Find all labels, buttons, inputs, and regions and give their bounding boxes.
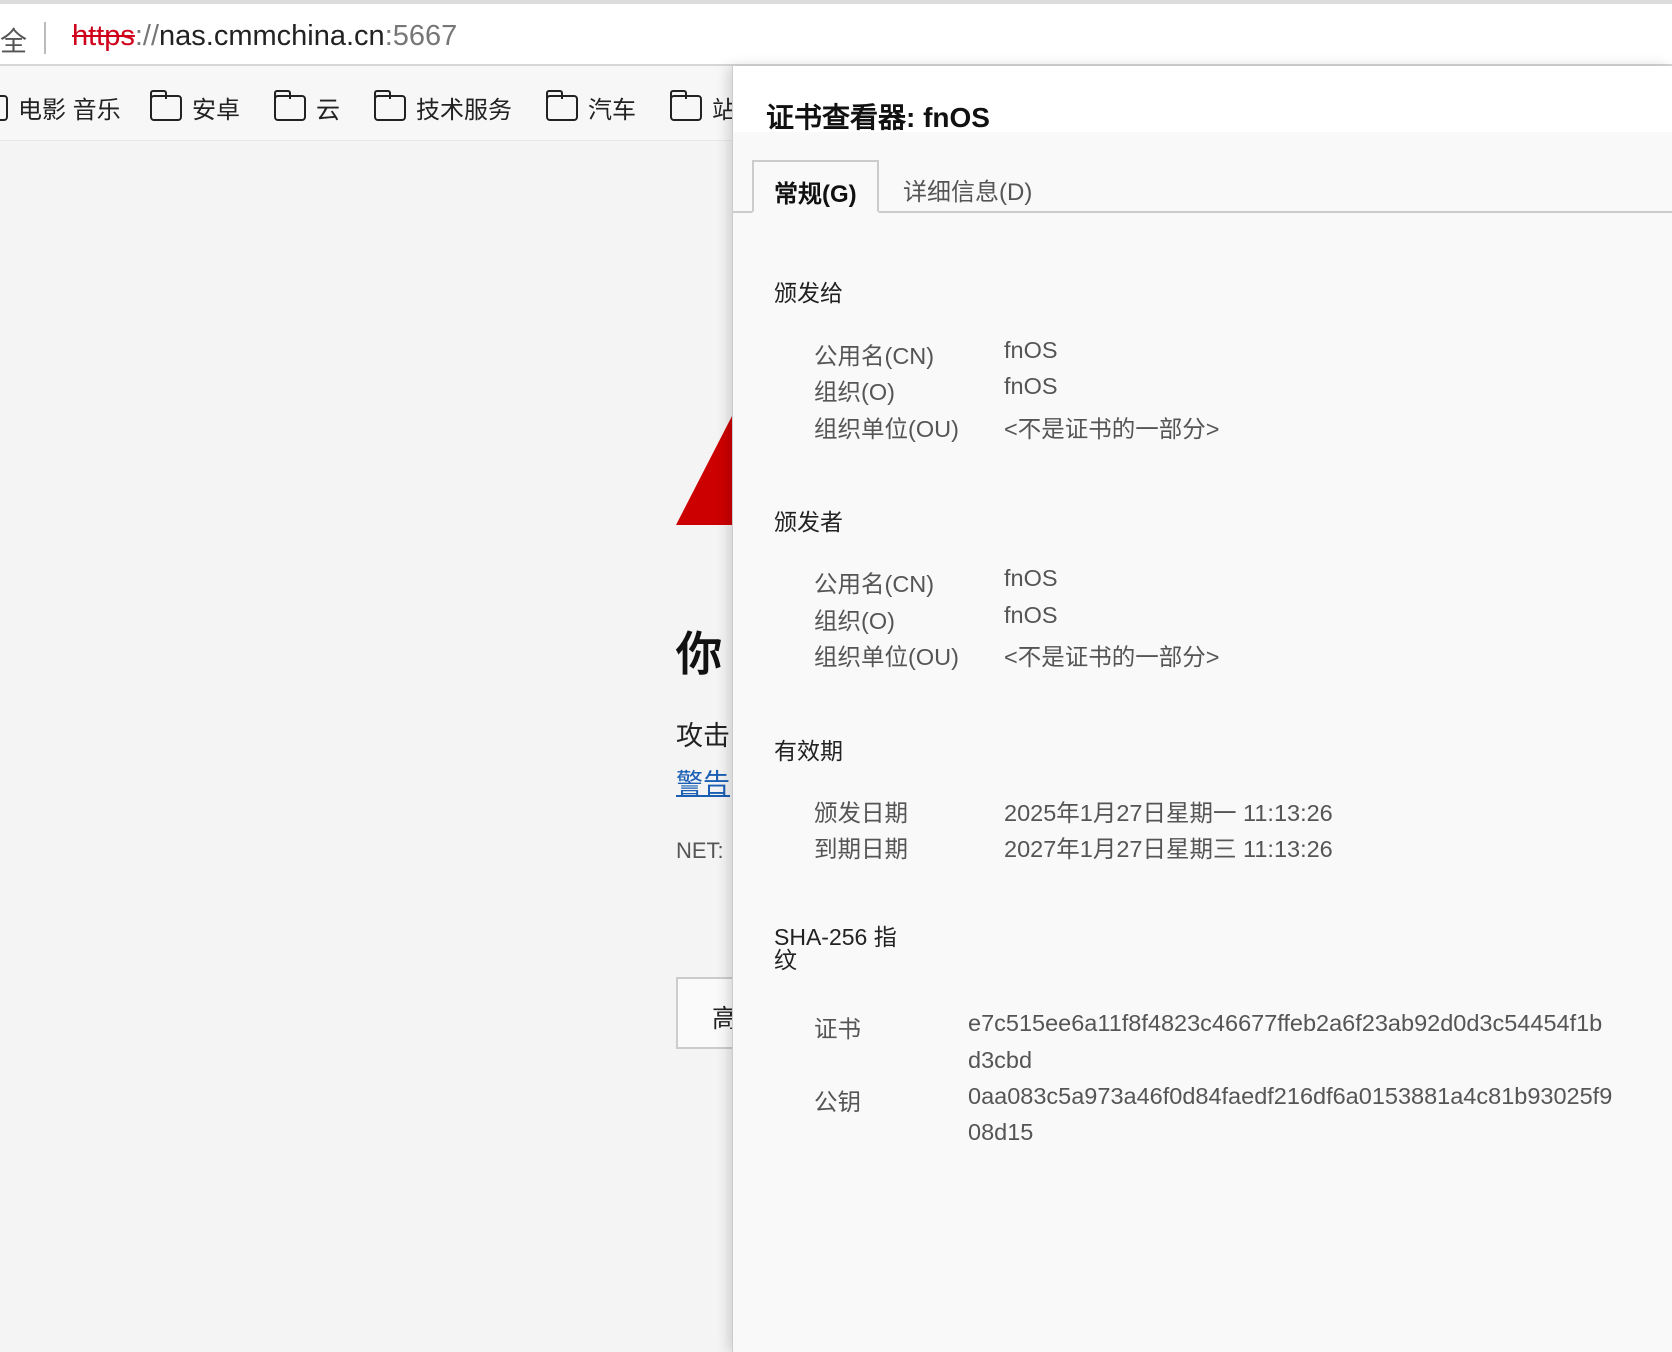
- error-code: NET:: [676, 838, 724, 863]
- folder-icon: [546, 89, 578, 121]
- dialog-title: 证书查看器: fnOS: [766, 102, 990, 133]
- url-separator: ://: [134, 20, 160, 52]
- cert-fingerprint-cont: d3cbd: [968, 1047, 1033, 1073]
- bookmark-folder[interactable]: 电影 音乐: [0, 90, 121, 125]
- folder-icon: [374, 89, 406, 121]
- security-indicator[interactable]: 全: [0, 20, 27, 59]
- field-label: 组织单位(OU): [814, 416, 959, 442]
- field-value: fnOS: [1004, 565, 1058, 591]
- field-label: 证书: [814, 1016, 861, 1042]
- field-label: 公钥: [814, 1089, 861, 1115]
- field-value: fnOS: [1004, 373, 1058, 399]
- error-heading: 你: [676, 628, 722, 680]
- warning-triangle-icon: [676, 416, 732, 525]
- divider: [44, 22, 46, 54]
- key-fingerprint: 0aa083c5a973a46f0d84faedf216df6a0153881a…: [968, 1083, 1613, 1109]
- field-value: fnOS: [1004, 337, 1058, 363]
- field-value: 2027年1月27日星期三 11:13:26: [1004, 836, 1333, 862]
- folder-icon: [150, 89, 182, 121]
- key-fingerprint-cont: 08d15: [968, 1119, 1034, 1145]
- field-label: 公用名(CN): [814, 343, 935, 369]
- field-value: fnOS: [1004, 602, 1058, 628]
- field-label: 组织单位(OU): [814, 644, 959, 670]
- bookmark-folder[interactable]: 安卓: [150, 89, 240, 125]
- field-value: <不是证书的一部分>: [1004, 416, 1220, 442]
- warning-link[interactable]: 警告: [676, 762, 730, 801]
- field-label: 公用名(CN): [814, 571, 935, 597]
- field-value: <不是证书的一部分>: [1004, 644, 1220, 670]
- cert-fingerprint: e7c515ee6a11f8f4823c46677ffeb2a6f23ab92d…: [968, 1010, 1603, 1036]
- certificate-viewer-dialog: 证书查看器: fnOS 常规(G) 详细信息(D) 颁发给 公用名(CN) fn…: [732, 66, 1672, 1352]
- tab-details[interactable]: 详细信息(D): [883, 160, 1052, 213]
- bookmark-label: 安卓: [192, 97, 240, 124]
- field-value: 2025年1月27日星期一 11:13:26: [1004, 800, 1333, 826]
- folder-icon: [670, 89, 702, 121]
- field-label: 颁发日期: [814, 800, 908, 826]
- url-port: :5667: [384, 20, 458, 52]
- bookmark-label: 技术服务: [416, 97, 512, 124]
- section-fingerprints: SHA-256 指纹: [774, 926, 897, 972]
- tab-general[interactable]: 常规(G): [752, 160, 879, 213]
- bookmark-label: 电影 音乐: [18, 97, 121, 124]
- error-text: 攻击: [676, 721, 730, 751]
- url-scheme: https: [72, 20, 135, 52]
- address-bar[interactable]: 全 https://nas.cmmchina.cn:5667: [0, 4, 1672, 66]
- section-issued-to: 颁发给: [774, 280, 843, 306]
- field-label: 组织(O): [814, 608, 895, 634]
- url-host: nas.cmmchina.cn: [159, 20, 385, 52]
- bookmark-label: 云: [316, 97, 340, 124]
- heading-line: 纹: [774, 947, 797, 973]
- bookmark-folder[interactable]: 云: [274, 89, 340, 125]
- field-label: 组织(O): [814, 379, 895, 405]
- section-issued-by: 颁发者: [774, 509, 843, 535]
- folder-icon: [274, 89, 306, 121]
- bookmark-folder[interactable]: 汽车: [546, 89, 636, 125]
- section-validity: 有效期: [774, 738, 843, 764]
- heading-line: SHA-256 指: [774, 924, 897, 950]
- field-label: 到期日期: [814, 836, 908, 862]
- bookmark-label: 汽车: [588, 97, 636, 124]
- bookmark-folder[interactable]: 站: [670, 89, 736, 125]
- url-text[interactable]: https://nas.cmmchina.cn:5667: [72, 20, 457, 53]
- bookmark-folder[interactable]: 技术服务: [374, 89, 512, 125]
- folder-icon: [0, 94, 8, 121]
